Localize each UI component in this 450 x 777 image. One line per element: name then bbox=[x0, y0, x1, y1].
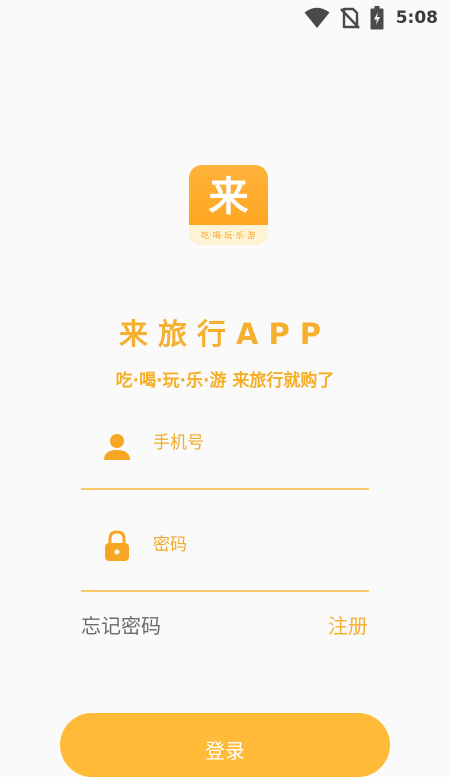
wifi-icon bbox=[304, 7, 330, 28]
phone-input[interactable] bbox=[153, 428, 353, 458]
status-bar: 5:08 bbox=[0, 0, 450, 36]
password-field bbox=[81, 530, 369, 592]
app-logo: 来 吃·喝·玩·乐·游 bbox=[189, 165, 268, 245]
app-slogan: 吃·喝·玩·乐·游 来旅行就购了 bbox=[115, 371, 335, 391]
logo-tagline: 吃·喝·玩·乐·游 bbox=[201, 230, 256, 240]
no-sim-icon bbox=[339, 7, 360, 29]
forgot-password-link[interactable]: 忘记密码 bbox=[81, 610, 161, 639]
battery-charging-icon bbox=[370, 6, 384, 30]
logo-char: 来 bbox=[208, 174, 249, 220]
password-input[interactable] bbox=[153, 530, 353, 560]
user-icon bbox=[104, 434, 130, 460]
app-title: 来旅行APP bbox=[119, 317, 331, 351]
login-button[interactable]: 登录 bbox=[60, 713, 390, 777]
phone-field bbox=[81, 428, 369, 490]
logo-strip: 吃·喝·玩·乐·游 bbox=[189, 225, 268, 245]
status-time: 5:08 bbox=[395, 8, 438, 28]
register-link[interactable]: 注册 bbox=[328, 610, 368, 639]
lock-icon bbox=[105, 530, 129, 561]
status-icons: 5:08 bbox=[304, 6, 438, 30]
